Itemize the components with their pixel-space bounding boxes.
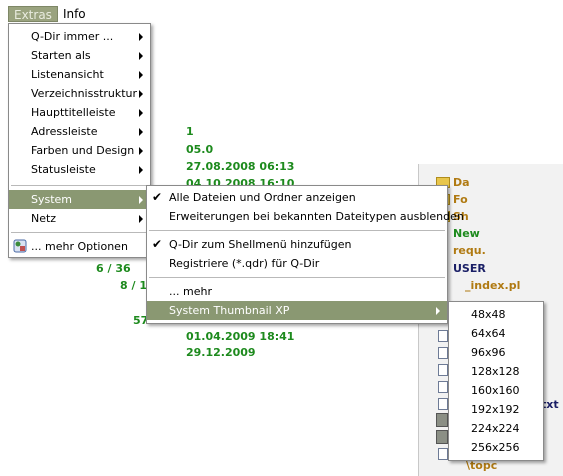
checkmark-icon: ✔	[152, 190, 163, 204]
submenu-arrow-icon	[436, 307, 440, 315]
bg-text: Fo	[453, 193, 468, 206]
bg-text: _index.pl	[465, 279, 521, 292]
extras-menu: Q-Dir immer ... Starten als Listenansich…	[8, 23, 151, 258]
menu-item-more[interactable]: ... mehr	[147, 282, 447, 301]
menu-item-label: Erweiterungen bei bekannten Dateitypen a…	[169, 210, 464, 223]
file-icon	[438, 398, 448, 410]
menu-item-label: ... mehr	[169, 285, 212, 298]
menu-item-label: Registriere (*.qdr) für Q-Dir	[169, 257, 320, 270]
menu-item-size-160[interactable]: 160x160	[449, 381, 543, 400]
file-icon	[438, 330, 448, 342]
submenu-arrow-icon	[139, 90, 143, 98]
image-thumbnail-icon	[436, 430, 448, 444]
menu-item-label: 160x160	[471, 384, 520, 397]
menu-item-add-shell-menu[interactable]: ✔ Q-Dir zum Shellmenü hinzufügen	[147, 235, 447, 254]
submenu-arrow-icon	[139, 128, 143, 136]
menu-item-label: 96x96	[471, 346, 506, 359]
thumbnail-size-menu: 48x48 64x64 96x96 128x128 160x160 192x19…	[448, 301, 544, 461]
menu-item-label: 224x224	[471, 422, 520, 435]
menu-item-farben-design[interactable]: Farben und Design	[9, 141, 150, 160]
menu-item-label: 256x256	[471, 441, 520, 454]
submenu-arrow-icon	[139, 109, 143, 117]
menu-item-netz[interactable]: Netz	[9, 209, 150, 228]
menu-item-label: 64x64	[471, 327, 506, 340]
menu-item-size-192[interactable]: 192x192	[449, 400, 543, 419]
bg-text: 6 / 36	[96, 262, 131, 275]
menu-item-size-256[interactable]: 256x256	[449, 438, 543, 457]
submenu-arrow-icon	[139, 52, 143, 60]
menu-item-system[interactable]: System	[9, 190, 150, 209]
bg-text: 29.12.2009	[186, 346, 256, 359]
bg-text: 01.04.2009 18:41	[186, 330, 295, 343]
menu-item-label: System	[31, 193, 73, 206]
menu-item-size-224[interactable]: 224x224	[449, 419, 543, 438]
menu-item-label: System Thumbnail XP	[169, 304, 290, 317]
submenu-arrow-icon	[139, 33, 143, 41]
submenu-arrow-icon	[139, 196, 143, 204]
menu-item-system-thumbnail[interactable]: System Thumbnail XP	[147, 301, 447, 320]
menu-item-label: 128x128	[471, 365, 520, 378]
menu-item-label: Haupttitelleiste	[31, 106, 116, 119]
menu-item-more-options[interactable]: ... mehr Optionen	[9, 237, 150, 256]
menu-separator	[11, 185, 148, 186]
menu-item-statusleiste[interactable]: Statusleiste	[9, 160, 150, 179]
bg-text: USER	[453, 262, 486, 275]
bg-text: New	[453, 227, 480, 240]
menu-item-label: Netz	[31, 212, 57, 225]
menu-item-label: ... mehr Optionen	[31, 240, 128, 253]
bg-text: Da	[453, 176, 470, 189]
menu-item-label: Alle Dateien und Ordner anzeigen	[169, 191, 356, 204]
submenu-arrow-icon	[139, 166, 143, 174]
menu-item-adressleiste[interactable]: Adressleiste	[9, 122, 150, 141]
menu-item-listenansicht[interactable]: Listenansicht	[9, 65, 150, 84]
submenu-arrow-icon	[139, 71, 143, 79]
menu-item-qdir-immer[interactable]: Q-Dir immer ...	[9, 27, 150, 46]
checkmark-icon: ✔	[152, 237, 163, 251]
menu-item-label: Q-Dir immer ...	[31, 30, 114, 43]
menu-item-label: Adressleiste	[31, 125, 98, 138]
submenu-arrow-icon	[139, 147, 143, 155]
file-icon	[438, 448, 448, 460]
menu-item-register-qdr[interactable]: Registriere (*.qdr) für Q-Dir	[147, 254, 447, 273]
bg-text: 27.08.2008 06:13	[186, 160, 295, 173]
bg-text: requ.	[453, 244, 486, 257]
menu-item-label: 192x192	[471, 403, 520, 416]
menu-item-size-48[interactable]: 48x48	[449, 305, 543, 324]
bg-text: 1	[186, 125, 194, 138]
menu-info[interactable]: Info	[58, 6, 91, 22]
submenu-arrow-icon	[139, 215, 143, 223]
options-icon	[13, 239, 27, 253]
menu-item-label: Q-Dir zum Shellmenü hinzufügen	[169, 238, 352, 251]
menu-extras[interactable]: Extras	[8, 6, 58, 22]
menu-item-hide-extensions[interactable]: Erweiterungen bei bekannten Dateitypen a…	[147, 207, 464, 226]
file-icon	[438, 364, 448, 376]
menu-item-show-all-files[interactable]: ✔ Alle Dateien und Ordner anzeigen	[147, 188, 447, 207]
bg-text: 05.0	[186, 143, 214, 156]
menu-item-label: Farben und Design	[31, 144, 135, 157]
image-thumbnail-icon	[436, 413, 448, 427]
file-icon	[438, 347, 448, 359]
menu-bar: Extras Info	[8, 6, 91, 22]
menu-separator	[149, 277, 445, 278]
bg-text: 8 / 1	[120, 279, 147, 292]
menu-separator	[149, 230, 445, 231]
menu-item-label: Statusleiste	[31, 163, 96, 176]
menu-item-haupttitelleiste[interactable]: Haupttitelleiste	[9, 103, 150, 122]
menu-item-verzeichnisstruktur[interactable]: Verzeichnisstruktur	[9, 84, 150, 103]
menu-item-label: Starten als	[31, 49, 91, 62]
file-icon	[438, 381, 448, 393]
menu-item-size-64[interactable]: 64x64	[449, 324, 543, 343]
menu-item-label: Verzeichnisstruktur	[31, 87, 138, 100]
menu-item-label: Listenansicht	[31, 68, 104, 81]
menu-item-size-128[interactable]: 128x128	[449, 362, 543, 381]
menu-separator	[11, 232, 148, 233]
system-menu: ✔ Alle Dateien und Ordner anzeigen Erweit…	[146, 185, 464, 324]
menu-item-label: 48x48	[471, 308, 506, 321]
menu-item-starten-als[interactable]: Starten als	[9, 46, 150, 65]
menu-item-size-96[interactable]: 96x96	[449, 343, 543, 362]
